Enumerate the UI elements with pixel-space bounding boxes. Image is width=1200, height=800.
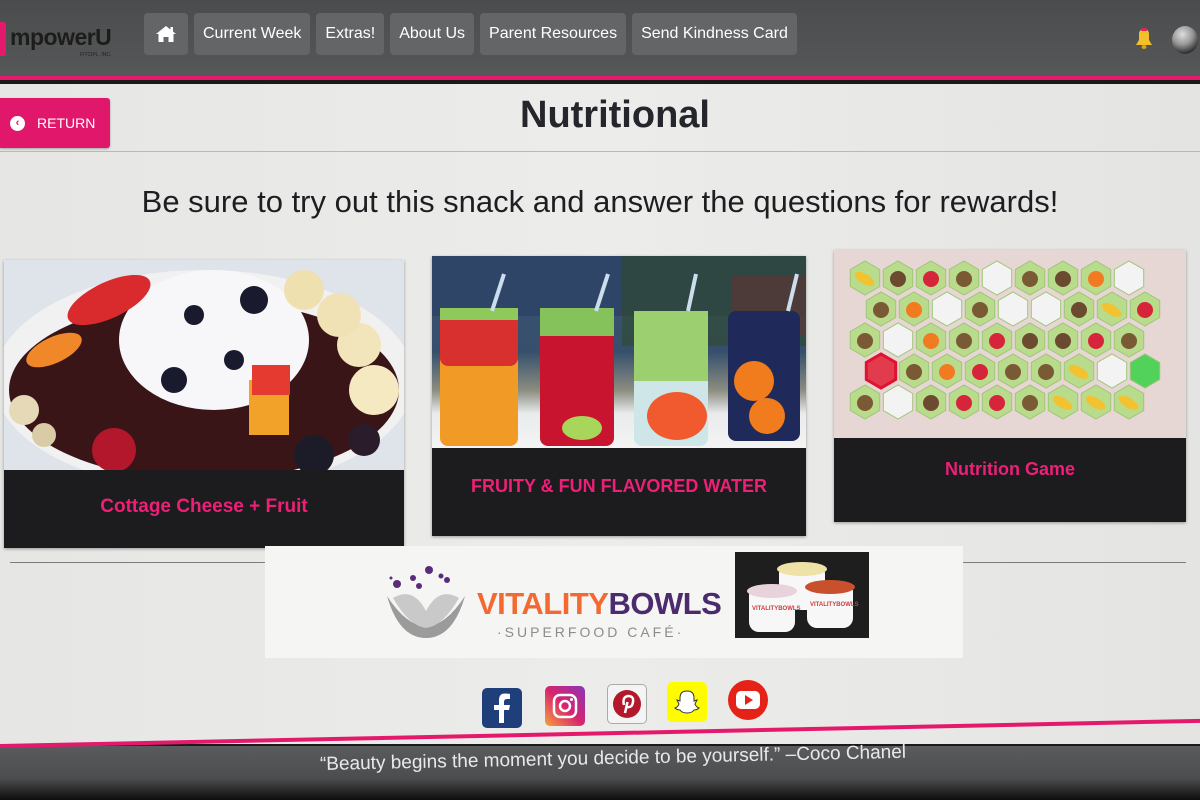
vitality-bowls-ad[interactable]: VITALITYBOWLS ·SUPERFOOD CAFÉ· VITALITYB…	[265, 546, 963, 658]
fruit-icon	[972, 302, 988, 318]
footer: “Beauty begins the moment you decide to …	[0, 742, 1200, 800]
ad-brand-name: VITALITYBOWLS	[477, 586, 722, 622]
fruit-icon	[1088, 271, 1104, 287]
cup: VITALITYBOWLS	[805, 580, 859, 628]
fruit-icon	[1137, 302, 1153, 318]
fruit-icon	[923, 333, 939, 349]
nav-extras[interactable]: Extras!	[316, 13, 385, 55]
fruit-icon	[956, 395, 972, 411]
fruit-icon	[989, 395, 1005, 411]
top-navbar: mpowerU FITCIPL, INC. Current Week Extra…	[0, 0, 1200, 80]
fruit-icon	[972, 364, 988, 380]
fruit-icon	[923, 395, 939, 411]
facebook-icon[interactable]	[482, 688, 522, 728]
fruit-icon	[906, 302, 922, 318]
ad-brand-part2: BOWLS	[608, 586, 722, 621]
ad-tagline: ·SUPERFOOD CAFÉ·	[497, 624, 685, 640]
home-icon	[156, 26, 176, 42]
card-cottage-cheese-fruit[interactable]: Cottage Cheese + Fruit	[4, 260, 404, 548]
page-subtitle: Be sure to try out this snack and answer…	[141, 184, 1059, 219]
fruit-icon	[1088, 333, 1104, 349]
main-content: ‹ RETURN Nutritional Be sure to try out …	[0, 84, 1200, 744]
card-nutrition-game[interactable]: Nutrition Game	[834, 250, 1186, 522]
fruit-icon	[890, 271, 906, 287]
fruit-icon	[1071, 302, 1087, 318]
fruit-icon	[989, 333, 1005, 349]
cup-topping	[747, 584, 797, 598]
snapchat-icon[interactable]	[667, 682, 707, 722]
nav-about-us[interactable]: About Us	[390, 13, 475, 55]
logo-mark	[0, 22, 6, 56]
card-flavored-water[interactable]: FRUITY & FUN FLAVORED WATER	[432, 256, 806, 536]
card-label: FRUITY & FUN FLAVORED WATER	[471, 476, 767, 496]
instagram-icon[interactable]	[545, 686, 585, 726]
cup-label: VITALITYBOWLS	[810, 602, 859, 608]
cup-topping	[777, 562, 827, 576]
cup-label: VITALITYBOWLS	[752, 606, 801, 612]
fruit-icon	[857, 395, 873, 411]
logo-subtext: FITCIPL, INC.	[80, 52, 112, 58]
logo-text: mpowerU	[10, 24, 112, 50]
footer-quote: “Beauty begins the moment you decide to …	[319, 741, 907, 775]
bell-icon[interactable]	[1132, 27, 1156, 51]
cup: VITALITYBOWLS	[747, 584, 801, 632]
fruit-icon	[1022, 395, 1038, 411]
avatar[interactable]	[1172, 26, 1198, 54]
fruit-icon	[1022, 333, 1038, 349]
ad-bowls-photo: VITALITYBOWLS VITALITYBOWLS	[735, 552, 869, 638]
fruit-icon	[923, 271, 939, 287]
fruit-icon	[1055, 333, 1071, 349]
page-title: Nutritional	[520, 94, 710, 136]
fruit-icon	[939, 364, 955, 380]
title-divider	[0, 151, 1200, 152]
fruit-icon	[906, 364, 922, 380]
fruit-icon	[956, 271, 972, 287]
youtube-icon[interactable]	[728, 680, 768, 720]
fruit-icon	[1005, 364, 1021, 380]
nav-home-button[interactable]	[144, 13, 188, 55]
bowl-logo-icon	[387, 566, 465, 638]
fruit-icon	[873, 302, 889, 318]
flavored-water-image	[432, 256, 806, 448]
game-hex-tile	[864, 352, 898, 390]
nav-send-kindness-card[interactable]: Send Kindness Card	[632, 13, 797, 55]
cup-topping	[805, 580, 855, 594]
nav-parent-resources[interactable]: Parent Resources	[480, 13, 627, 55]
main-nav: Current Week Extras! About Us Parent Res…	[144, 13, 797, 55]
fruit-icon	[1121, 333, 1137, 349]
card-label: Cottage Cheese + Fruit	[100, 496, 308, 517]
fruit-icon	[1022, 271, 1038, 287]
nav-current-week[interactable]: Current Week	[194, 13, 311, 55]
card-label: Nutrition Game	[944, 459, 1075, 479]
site-logo[interactable]: mpowerU FITCIPL, INC.	[0, 16, 140, 60]
pinterest-icon[interactable]	[607, 684, 647, 724]
fruit-icon	[857, 333, 873, 349]
nutrition-game-image	[834, 250, 1186, 438]
fruit-icon	[956, 333, 972, 349]
ad-brand-part1: VITALITY	[477, 586, 609, 621]
cottage-cheese-image	[4, 260, 404, 470]
fruit-icon	[1055, 271, 1071, 287]
fruit-icon	[1038, 364, 1054, 380]
